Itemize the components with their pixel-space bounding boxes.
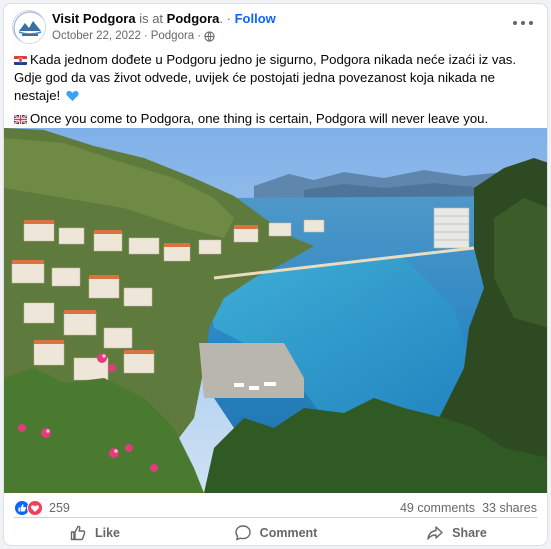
more-dot-icon [521, 21, 525, 25]
podgora-logo-icon [13, 11, 45, 43]
page-name-link[interactable]: Visit Podgora [52, 11, 136, 26]
meta-dot-2: · [197, 30, 202, 42]
more-dot-icon [513, 21, 517, 25]
follow-button[interactable]: Follow [235, 11, 276, 26]
text-croatian: Kada jednom dođete u Podgoru jedno je si… [14, 52, 517, 103]
post-title: Visit Podgora is at Podgora. · Follow [52, 11, 276, 26]
uk-flag-icon [14, 115, 27, 124]
post-card: Visit Podgora is at Podgora. · Follow Oc… [3, 3, 548, 546]
post-photo[interactable] [4, 128, 547, 493]
like-button[interactable]: Like [4, 518, 185, 545]
comment-label: Comment [259, 525, 318, 540]
page-avatar[interactable] [12, 10, 46, 44]
globe-icon[interactable] [204, 30, 215, 42]
more-dot-icon [529, 21, 533, 25]
meta-dot: · [143, 30, 148, 42]
paragraph-croatian: Kada jednom dođete u Podgoru jedno je si… [14, 51, 542, 105]
place-link[interactable]: Podgora [151, 30, 194, 42]
more-options-button[interactable] [513, 16, 533, 30]
is-at-text: is at [139, 11, 164, 26]
blue-heart-icon [66, 90, 79, 102]
post-header: Visit Podgora is at Podgora. · Follow Oc… [4, 4, 547, 48]
share-button[interactable]: Share [366, 518, 547, 545]
comment-bubble-icon [234, 524, 251, 540]
croatia-flag-icon [14, 56, 27, 65]
like-label: Like [94, 525, 120, 540]
share-label: Share [452, 525, 487, 540]
reactions-icon[interactable] [14, 500, 44, 516]
thumbs-up-icon [70, 525, 86, 540]
title-dot: · [226, 11, 231, 26]
location-link[interactable]: Podgora [167, 11, 220, 26]
post-actions: Like Comment Share [4, 518, 547, 545]
post-meta: October 22, 2022 · Podgora · [52, 30, 215, 42]
post-date-link[interactable]: October 22, 2022 [52, 30, 141, 42]
reactions-count[interactable]: 259 [49, 501, 70, 515]
comments-count-link[interactable]: 49 comments [400, 501, 475, 515]
podgora-coast-photo [4, 128, 547, 493]
title-separator: . [219, 11, 224, 26]
shares-count-link[interactable]: 33 shares [482, 501, 537, 515]
share-arrow-icon [427, 525, 443, 540]
comment-button[interactable]: Comment [185, 518, 366, 545]
